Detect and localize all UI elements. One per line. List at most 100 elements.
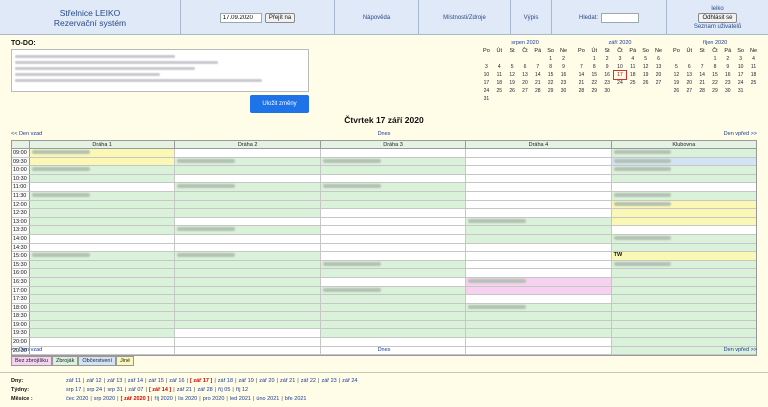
search-input[interactable]: [601, 12, 639, 23]
reservation-cell[interactable]: [611, 166, 757, 174]
reservation-cell[interactable]: [466, 191, 612, 200]
month-title[interactable]: srpen 2020: [480, 40, 570, 47]
period-link[interactable]: zář 19: [239, 378, 254, 384]
calendar-day[interactable]: 17: [734, 71, 747, 79]
calendar-day[interactable]: 18: [747, 71, 760, 79]
reservation-cell[interactable]: [611, 295, 757, 303]
user-list-link[interactable]: Seznam uživatelů: [694, 24, 741, 30]
reservation-cell[interactable]: [611, 329, 757, 338]
reservation-cell[interactable]: [175, 269, 321, 277]
calendar-day[interactable]: 22: [709, 79, 722, 87]
calendar-day[interactable]: 20: [683, 79, 696, 87]
calendar-day[interactable]: 25: [493, 87, 506, 95]
reservation-cell[interactable]: [30, 320, 176, 329]
today-link[interactable]: Dnes: [11, 347, 757, 353]
period-link[interactable]: čec 2020: [66, 396, 88, 402]
reservation-cell[interactable]: [466, 217, 612, 226]
calendar-day[interactable]: 11: [747, 63, 760, 71]
reservation-cell[interactable]: [611, 277, 757, 286]
reservation-cell[interactable]: [466, 320, 612, 329]
calendar-day[interactable]: 28: [575, 87, 588, 95]
calendar-day[interactable]: 23: [721, 79, 734, 87]
period-link[interactable]: [ zář 2020 ]: [121, 396, 149, 402]
rooms-link[interactable]: Místnosti/Zdroje: [419, 0, 511, 35]
calendar-day[interactable]: 2: [601, 55, 614, 63]
reservation-cell[interactable]: [30, 243, 176, 252]
reservation-cell[interactable]: [30, 157, 176, 166]
reservation-cell[interactable]: [175, 217, 321, 226]
reservation-cell[interactable]: [175, 260, 321, 269]
calendar-day[interactable]: 30: [557, 87, 570, 95]
reservation-cell[interactable]: [30, 338, 176, 346]
period-link[interactable]: zář 16: [169, 378, 184, 384]
period-link[interactable]: zář 13: [107, 378, 122, 384]
reservation-cell[interactable]: [466, 209, 612, 217]
calendar-day[interactable]: 14: [575, 71, 588, 79]
calendar-day[interactable]: 7: [696, 63, 709, 71]
reservation-cell[interactable]: [30, 269, 176, 277]
next-day-link[interactable]: Den vpřed >>: [724, 347, 757, 353]
calendar-day[interactable]: 6: [652, 55, 665, 63]
calendar-day[interactable]: 21: [575, 79, 588, 87]
calendar-day[interactable]: 25: [626, 79, 639, 87]
save-changes-button[interactable]: Uložit změny: [250, 95, 309, 113]
calendar-day[interactable]: 30: [601, 87, 614, 95]
reservation-cell[interactable]: [611, 149, 757, 157]
reservation-cell[interactable]: [611, 157, 757, 166]
reservation-cell[interactable]: [320, 286, 467, 295]
reservation-cell[interactable]: [175, 312, 321, 320]
calendar-day[interactable]: 24: [734, 79, 747, 87]
calendar-day[interactable]: 2: [557, 55, 570, 63]
calendar-day[interactable]: 15: [544, 71, 557, 79]
reservation-cell[interactable]: [320, 269, 467, 277]
reservation-cell[interactable]: [320, 191, 467, 200]
calendar-day[interactable]: 14: [696, 71, 709, 79]
period-link[interactable]: zář 07: [128, 387, 143, 393]
reservation-cell[interactable]: [611, 243, 757, 252]
reservation-cell[interactable]: [30, 200, 176, 209]
reservation-cell[interactable]: [320, 200, 467, 209]
calendar-day[interactable]: 7: [575, 63, 588, 71]
reservation-cell[interactable]: [466, 295, 612, 303]
calendar-day[interactable]: 12: [670, 71, 683, 79]
calendar-day[interactable]: 28: [531, 87, 544, 95]
calendar-day[interactable]: 21: [696, 79, 709, 87]
calendar-day[interactable]: 5: [506, 63, 519, 71]
period-link[interactable]: zář 21: [280, 378, 295, 384]
reservation-cell[interactable]: [175, 226, 321, 234]
reservation-cell[interactable]: [611, 226, 757, 234]
reservation-cell[interactable]: [175, 157, 321, 166]
calendar-day[interactable]: 13: [519, 71, 532, 79]
reservation-cell[interactable]: [175, 320, 321, 329]
reservation-cell[interactable]: [611, 320, 757, 329]
calendar-day[interactable]: 11: [493, 71, 506, 79]
period-link[interactable]: srp 31: [107, 387, 122, 393]
reservation-cell[interactable]: [466, 166, 612, 174]
reservation-cell[interactable]: [466, 243, 612, 252]
calendar-day[interactable]: 2: [721, 55, 734, 63]
calendar-day[interactable]: 14: [531, 71, 544, 79]
reservation-cell[interactable]: [466, 157, 612, 166]
month-title[interactable]: říjen 2020: [670, 40, 760, 47]
calendar-day[interactable]: 13: [683, 71, 696, 79]
calendar-day[interactable]: 5: [639, 55, 652, 63]
reservation-cell[interactable]: [466, 312, 612, 320]
reservation-cell[interactable]: [320, 183, 467, 191]
reservation-cell[interactable]: [320, 329, 467, 338]
reservation-cell[interactable]: [466, 286, 612, 295]
reservation-cell[interactable]: [320, 243, 467, 252]
reservation-cell[interactable]: [611, 338, 757, 346]
calendar-day[interactable]: 26: [670, 87, 683, 95]
reservation-cell[interactable]: [320, 149, 467, 157]
go-to-date-button[interactable]: Přejít na: [264, 12, 296, 23]
calendar-day[interactable]: 6: [683, 63, 696, 71]
calendar-day[interactable]: 28: [696, 87, 709, 95]
reservation-cell[interactable]: [175, 303, 321, 312]
reservation-cell[interactable]: [611, 303, 757, 312]
reservation-cell[interactable]: [175, 329, 321, 338]
calendar-day[interactable]: 19: [506, 79, 519, 87]
period-link[interactable]: [ zář 17 ]: [190, 378, 212, 384]
reservation-cell[interactable]: [30, 209, 176, 217]
period-link[interactable]: [ zář 14 ]: [149, 387, 171, 393]
calendar-day[interactable]: 4: [626, 55, 639, 63]
